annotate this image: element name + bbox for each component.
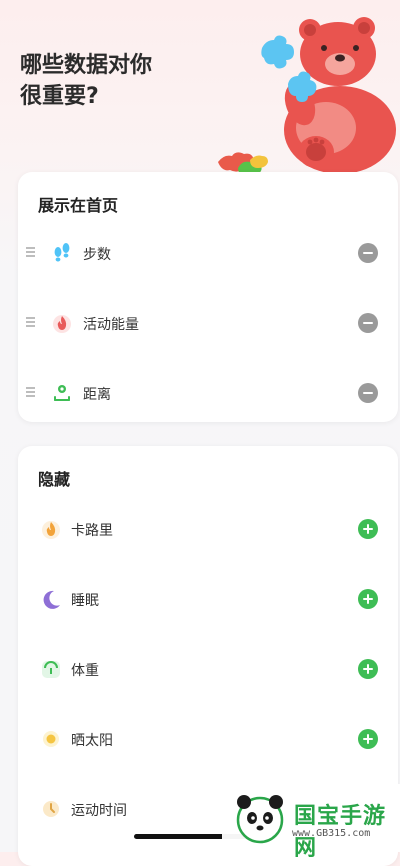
footsteps-icon — [51, 242, 73, 264]
drag-handle-icon[interactable] — [26, 317, 36, 329]
drag-handle-icon[interactable] — [26, 387, 36, 399]
home-row-active-energy: 活动能量 — [18, 304, 398, 344]
scale-icon — [40, 658, 62, 680]
home-row-label: 距离 — [83, 387, 111, 403]
hidden-row-label: 睡眠 — [71, 593, 99, 609]
hidden-row-label: 运动时间 — [71, 803, 127, 819]
add-sleep-button[interactable] — [358, 589, 378, 609]
watermark: 国宝手游网 www.GB315.com — [222, 784, 400, 861]
home-row-label: 步数 — [83, 247, 111, 263]
page-title-line2: 很重要? — [20, 84, 99, 109]
hidden-row-label: 卡路里 — [71, 523, 113, 539]
add-weight-button[interactable] — [358, 659, 378, 679]
page-title: 哪些数据对你 很重要? — [20, 50, 210, 112]
panda-logo-icon — [236, 795, 284, 844]
hidden-row-weight: 体重 — [18, 650, 398, 690]
add-calories-button[interactable] — [358, 519, 378, 539]
bear-illustration — [212, 12, 400, 188]
watermark-url: www.GB315.com — [292, 828, 371, 839]
flame-icon — [51, 312, 73, 334]
distance-icon — [51, 382, 73, 404]
hidden-row-sleep: 睡眠 — [18, 580, 398, 620]
remove-distance-button[interactable] — [358, 383, 378, 403]
remove-steps-button[interactable] — [358, 243, 378, 263]
remove-active-energy-button[interactable] — [358, 313, 378, 333]
sun-icon — [40, 728, 62, 750]
drag-handle-icon[interactable] — [26, 247, 36, 259]
add-sunlight-button[interactable] — [358, 729, 378, 749]
hidden-row-sunlight: 晒太阳 — [18, 720, 398, 760]
hidden-row-calories: 卡路里 — [18, 510, 398, 550]
home-row-distance: 距离 — [18, 374, 398, 414]
home-row-label: 活动能量 — [83, 317, 139, 333]
hidden-row-label: 体重 — [71, 663, 99, 679]
hidden-section-title: 隐藏 — [38, 470, 71, 489]
page-title-line1: 哪些数据对你 — [20, 53, 153, 78]
home-section-card: 展示在首页 步数 活动能量 距离 — [18, 172, 398, 422]
hidden-row-label: 晒太阳 — [71, 733, 113, 749]
moon-icon — [40, 588, 62, 610]
clock-icon — [40, 798, 62, 820]
home-section-title: 展示在首页 — [38, 196, 119, 215]
calorie-flame-icon — [40, 518, 62, 540]
home-row-steps: 步数 — [18, 234, 398, 274]
